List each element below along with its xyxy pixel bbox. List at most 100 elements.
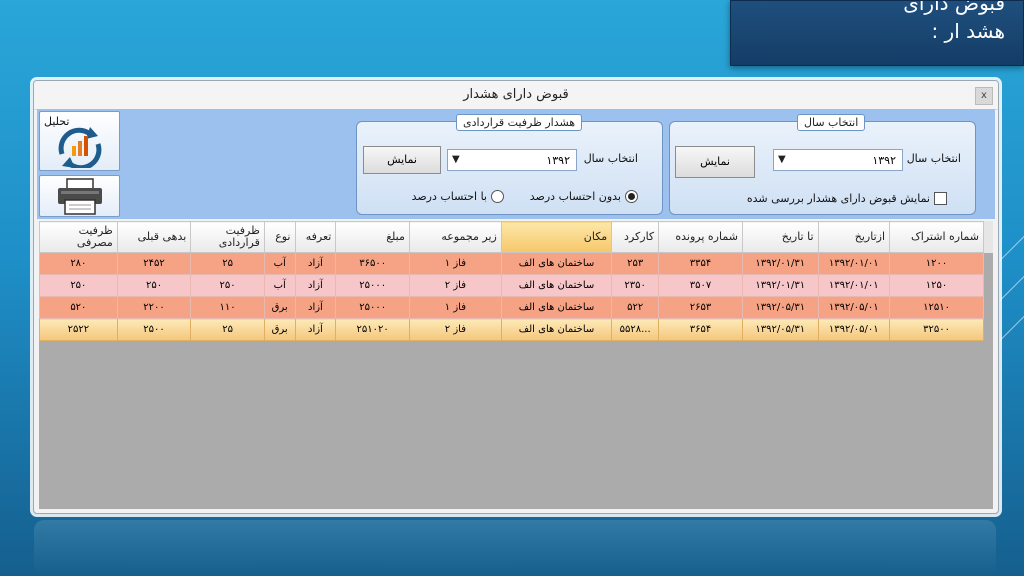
year-select[interactable]: ▼ ۱۳۹۲ [773,149,903,171]
table-cell: ساختمان های الف [500,252,613,275]
reviewed-alerts-label: نمایش قبوض دارای هشدار بررسی شده [746,192,930,205]
option-without-percent-label: بدون احتساب درصد [529,190,621,203]
contract-year-value: ۱۳۹۲ [546,154,570,167]
contract-year-select[interactable]: ▼ ۱۳۹۲ [447,149,577,171]
chevron-down-icon: ▼ [452,154,460,165]
table-row[interactable]: ۱۲۰۰ ۱۳۹۲/۰۱/۰۱ ۱۳۹۲/۰۱/۳۱ ۳۳۵۴ ۲۵۳ ساخت… [39,252,984,275]
table-row-selected[interactable]: ۳۲۵۰۰ ۱۳۹۲/۰۵/۰۱ ۱۳۹۲/۰۵/۳۱ ۳۶۵۴ ...۵۵۲۸… [39,318,984,341]
column-header[interactable]: ازتاریخ [817,221,891,253]
close-button[interactable]: x [975,87,993,105]
slide-title-line1: قبوض دارای [903,0,1005,15]
table-cell: ۳۳۵۴ [658,252,743,275]
analysis-button[interactable]: تحلیل [39,111,120,171]
decor-line [999,231,1024,261]
table-cell: ساختمان های الف [500,296,613,319]
table-cell: ۱۲۵۰ [889,274,984,297]
table-cell: ساختمان های الف [500,318,613,341]
table-cell: ۱۳۹۲/۰۱/۳۱ [741,274,819,297]
table-cell: فاز ۱ [408,296,502,319]
option-with-percent[interactable]: با احتساب درصد [412,190,504,203]
table-cell: ۱۳۹۲/۰۵/۰۱ [817,296,891,319]
column-header[interactable]: زیر مجموعه [408,221,502,253]
print-button[interactable] [39,175,120,217]
table-cell: آزاد [294,274,337,297]
analysis-chart-icon [58,127,102,168]
table-cell: آب [263,252,296,275]
slide-title-line2: هشد ار : [931,19,1005,43]
table-cell: ۲۲۰۰ [116,296,192,319]
table-cell: ۲۶۵۳ [658,296,743,319]
table-cell: آزاد [294,296,337,319]
table-cell: ۱۲۵۱۰ [889,296,984,319]
toolbar-area: تحلیل هشدار ظرفیت قراردادی انتخاب سال ▼ … [37,109,995,219]
table-cell: برق [263,296,296,319]
table-cell: ۲۵۲۲ [39,318,118,341]
table-cell: آب [263,274,296,297]
table-cell: ۲۵۳ [611,252,660,275]
grid-scrollbar[interactable] [983,221,993,253]
column-header[interactable]: ظرفیت قراردادی [190,221,265,253]
table-cell: ۲۵۰ [116,274,192,297]
column-header[interactable]: تعرفه [294,221,337,253]
decor-line [999,271,1024,301]
table-cell: فاز ۲ [408,318,502,341]
column-header[interactable]: شماره پرونده [658,221,743,253]
year-value: ۱۳۹۲ [872,154,896,167]
table-cell: ...۵۵۲۸ [611,318,660,341]
column-header[interactable]: ظرفیت مصرفی [39,221,118,253]
table-cell: ۳۶۵۰۰ [335,252,410,275]
table-cell: ساختمان های الف [500,274,613,297]
table-row[interactable]: ۱۲۵۱۰ ۱۳۹۲/۰۵/۰۱ ۱۳۹۲/۰۵/۳۱ ۲۶۵۳ ۵۲۲ ساخ… [39,296,984,319]
window-reflection [34,520,996,576]
year-show-button[interactable]: نمایش [675,146,755,178]
alert-bills-window: قبوض دارای هشدار x تحلیل هشدار ظرفیت قرا… [33,80,999,514]
table-cell: ۳۲۵۰۰ [889,318,984,341]
table-cell: ۲۵۰ [39,274,118,297]
printer-icon [58,178,102,215]
table-cell: آزاد [294,318,337,341]
table-cell: ۲۵۰۰۰ [335,296,410,319]
table-header-row: شماره اشتراک ازتاریخ تا تاریخ شماره پرون… [39,221,984,253]
column-header[interactable]: بدهی قبلی [116,221,192,253]
contract-show-button[interactable]: نمایش [363,146,441,174]
column-header[interactable]: مبلغ [335,221,410,253]
column-header[interactable]: تا تاریخ [741,221,819,253]
column-header[interactable]: نوع [263,221,296,253]
radio-without-percent[interactable] [625,190,638,203]
column-header[interactable]: کارکرد [611,221,660,253]
table-cell: ۲۳۵۰ [611,274,660,297]
table-cell: ۲۵ [190,252,265,275]
table-cell: ۱۳۹۲/۰۵/۰۱ [817,318,891,341]
reviewed-alerts-option[interactable]: نمایش قبوض دارای هشدار بررسی شده [747,192,947,205]
table-cell: ۲۸۰ [39,252,118,275]
reviewed-alerts-checkbox[interactable] [934,192,947,205]
table-row[interactable]: ۱۲۵۰ ۱۳۹۲/۰۱/۰۱ ۱۳۹۲/۰۱/۳۱ ۳۵۰۷ ۲۳۵۰ ساخ… [39,274,984,297]
slide-title: قبوض دارای هشد ار : [730,0,1024,66]
contract-year-label: انتخاب سال [583,152,638,165]
table-cell: ۲۵۰ [190,274,265,297]
title-bar: قبوض دارای هشدار x [34,81,998,110]
table-cell: ۲۵۱۰۲۰ [335,318,410,341]
table-cell: ۲۴۵۲ [116,252,192,275]
year-select-legend: انتخاب سال [797,114,866,131]
year-select-group: انتخاب سال انتخاب سال ▼ ۱۳۹۲ نمایش نمایش… [669,114,976,215]
table-cell: ۳۵۰۷ [658,274,743,297]
decor-line [999,311,1024,341]
table-cell: ۱۱۰ [190,296,265,319]
table-cell: ۲۵۰۰۰ [335,274,410,297]
table-cell: ۲۵۰۰ [116,318,192,341]
table-cell: برق [263,318,296,341]
column-header[interactable]: شماره اشتراک [889,221,984,253]
contract-capacity-group: هشدار ظرفیت قراردادی انتخاب سال ▼ ۱۳۹۲ ن… [356,114,663,215]
table-cell: فاز ۱ [408,252,502,275]
table-cell: ۱۳۹۲/۰۵/۳۱ [741,318,819,341]
table-cell: ۱۳۹۲/۰۱/۰۱ [817,252,891,275]
column-header[interactable]: مکان [500,221,613,253]
table-cell: ۵۲۲ [611,296,660,319]
table-cell: ۵۲۰ [39,296,118,319]
option-without-percent[interactable]: بدون احتساب درصد [530,190,638,203]
alerts-grid: شماره اشتراک ازتاریخ تا تاریخ شماره پرون… [39,221,993,509]
table-cell: فاز ۲ [408,274,502,297]
radio-with-percent[interactable] [491,190,504,203]
year-label: انتخاب سال [906,152,961,165]
